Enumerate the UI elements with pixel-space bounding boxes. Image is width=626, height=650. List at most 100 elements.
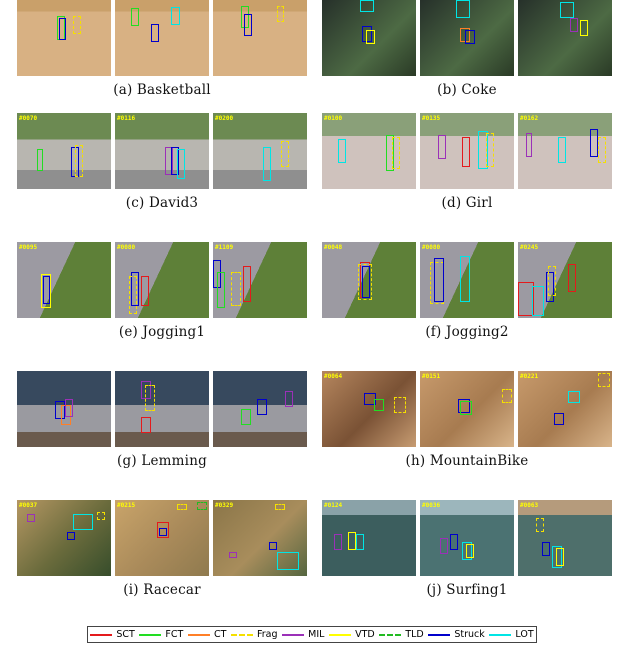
frame-a-1 — [17, 0, 111, 76]
frame-b-1 — [322, 0, 416, 76]
box-struck — [159, 528, 167, 536]
legend-item-lot: LOT — [489, 629, 534, 640]
box-lot — [277, 552, 299, 570]
caption-a: (a) Basketball — [113, 82, 211, 98]
box-mil — [27, 514, 35, 522]
box-frag — [73, 16, 81, 34]
box-struck — [151, 24, 159, 42]
box-lot — [356, 534, 364, 550]
box-lot — [360, 0, 374, 12]
legend-swatch — [139, 633, 162, 636]
caption-d: (d) Girl — [441, 195, 493, 211]
frame-g-3 — [213, 371, 307, 447]
box-frag — [281, 141, 289, 167]
box-mil — [334, 534, 342, 550]
box-vtd — [41, 274, 51, 308]
box-sct — [141, 276, 149, 306]
frame-e-2: #0080 — [115, 242, 209, 318]
frame-j-3: #0063 — [518, 500, 612, 576]
box-vtd — [580, 20, 588, 36]
box-lot — [73, 514, 93, 530]
box-frag — [97, 512, 105, 520]
legend: SCT FCT CT Frag MIL VTD TLD Struck LOT — [87, 626, 537, 643]
frame-b-2 — [420, 0, 514, 76]
caption-c: (c) David3 — [125, 195, 199, 211]
legend-item-mil: MIL — [282, 629, 324, 640]
frame-f-2: #0080 — [420, 242, 514, 318]
box-mil — [440, 538, 448, 554]
caption-f: (f) Jogging2 — [425, 324, 509, 340]
frame-a-2 — [115, 0, 209, 76]
box-lot — [532, 286, 544, 316]
frame-g-1 — [17, 371, 111, 447]
frame-j-2: #0036 — [420, 500, 514, 576]
box-struck — [67, 532, 75, 540]
frame-h-2: #0151 — [420, 371, 514, 447]
box-lot — [177, 149, 185, 179]
box-mil — [285, 391, 293, 407]
legend-item-fct: FCT — [139, 629, 183, 640]
frame-e-1: #0095 — [17, 242, 111, 318]
box-mil — [229, 552, 237, 558]
box-struck — [450, 534, 458, 550]
box-struck — [244, 14, 252, 36]
box-frag — [75, 145, 83, 177]
legend-item-struck: Struck — [428, 629, 485, 640]
box-lot — [171, 7, 180, 25]
box-frag — [129, 276, 137, 314]
box-lot — [263, 147, 271, 181]
box-frag — [275, 504, 285, 510]
box-mil — [65, 399, 73, 417]
frame-c-3: #0200 — [213, 113, 307, 189]
box-frag — [502, 389, 512, 403]
box-vtd — [556, 548, 564, 566]
frame-d-1: #0100 — [322, 113, 416, 189]
legend-item-ct: CT — [187, 629, 226, 640]
box-fct — [241, 409, 251, 425]
frame-d-3: #0162 — [518, 113, 612, 189]
box-frag — [358, 264, 372, 300]
box-struck — [269, 542, 277, 550]
frame-i-3: #0329 — [213, 500, 307, 576]
box-vtd — [366, 30, 375, 44]
legend-swatch — [428, 633, 451, 636]
legend-swatch — [282, 633, 305, 636]
box-mil — [570, 18, 578, 32]
frame-i-2: #0215 — [115, 500, 209, 576]
box-tld — [197, 502, 207, 510]
frame-g-2 — [115, 371, 209, 447]
caption-e: (e) Jogging1 — [118, 324, 206, 340]
box-sct — [568, 264, 576, 292]
frame-f-1: #0048 — [322, 242, 416, 318]
box-frag — [392, 137, 400, 169]
legend-item-sct: SCT — [90, 629, 135, 640]
frame-e-3: #1109 — [213, 242, 307, 318]
box-lot — [338, 139, 346, 163]
legend-item-vtd: VTD — [329, 629, 375, 640]
box-lot — [460, 256, 470, 302]
frame-j-1: #0124 — [322, 500, 416, 576]
legend-swatch — [187, 633, 210, 636]
box-frag — [548, 266, 556, 296]
frame-f-3: #0245 — [518, 242, 612, 318]
box-fct — [37, 149, 43, 171]
box-mil — [438, 135, 446, 159]
caption-j: (j) Surfing1 — [426, 582, 508, 598]
frame-a-3 — [213, 0, 307, 76]
caption-g: (g) Lemming — [117, 453, 207, 469]
frame-c-2: #0116 — [115, 113, 209, 189]
legend-swatch — [489, 633, 512, 636]
box-frag — [394, 397, 406, 413]
frame-b-3 — [518, 0, 612, 76]
box-sct — [462, 137, 470, 167]
box-struck — [542, 542, 550, 556]
box-struck — [257, 399, 267, 415]
box-struck — [465, 30, 475, 44]
box-frag — [486, 133, 494, 167]
legend-item-tld: TLD — [379, 629, 424, 640]
box-fct — [217, 272, 225, 308]
box-struck — [59, 18, 66, 40]
frame-h-1: #0064 — [322, 371, 416, 447]
legend-swatch — [231, 633, 253, 636]
box-vtd — [348, 532, 356, 550]
